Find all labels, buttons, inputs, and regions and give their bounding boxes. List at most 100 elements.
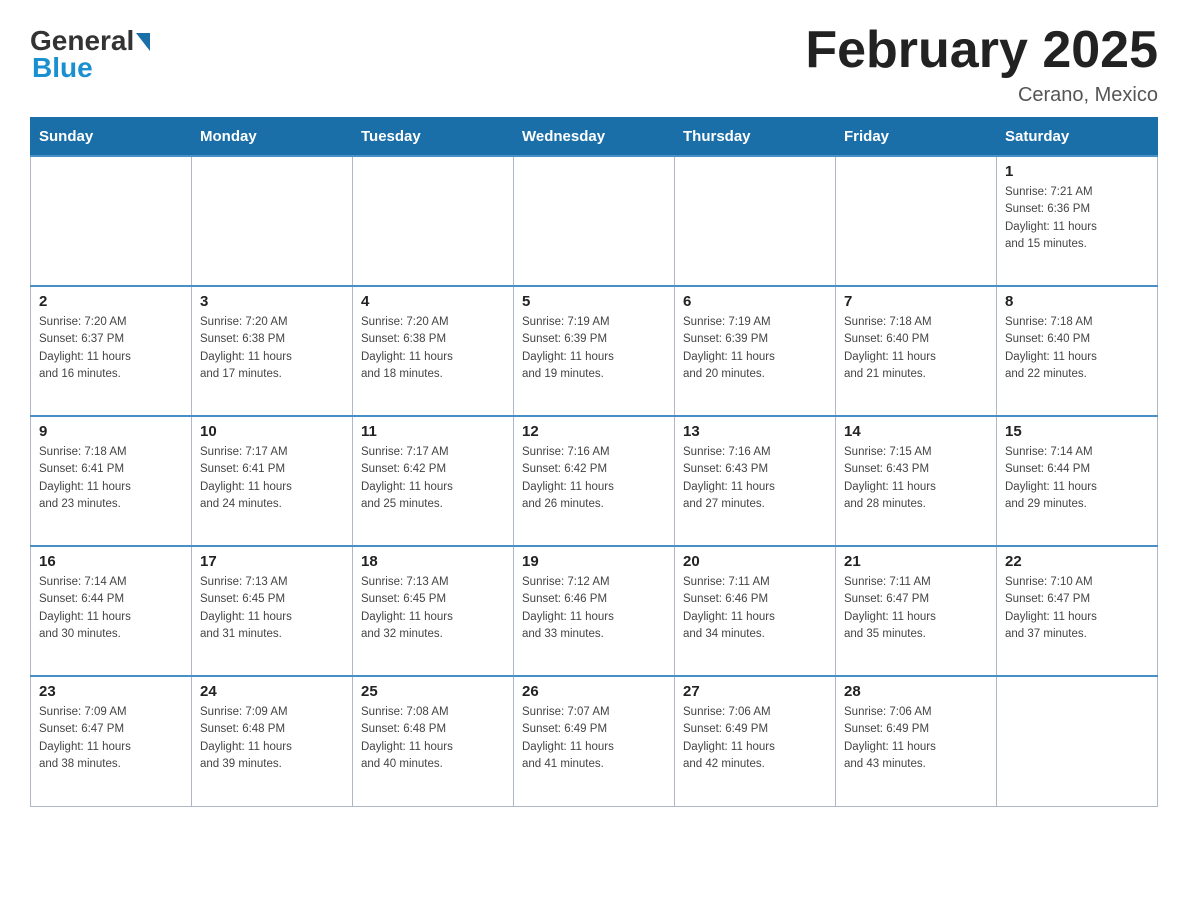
day-info: Sunrise: 7:18 AMSunset: 6:40 PMDaylight:… <box>844 314 988 383</box>
calendar-cell: 3 Sunrise: 7:20 AMSunset: 6:38 PMDaylight… <box>192 286 353 416</box>
calendar-cell: 14 Sunrise: 7:15 AMSunset: 6:43 PMDayligh… <box>836 416 997 546</box>
day-info: Sunrise: 7:06 AMSunset: 6:49 PMDaylight:… <box>683 704 827 773</box>
calendar-cell: 4 Sunrise: 7:20 AMSunset: 6:38 PMDaylight… <box>353 286 514 416</box>
calendar-cell: 11Sunrise: 7:17 AMSunset: 6:42 PMDayligh… <box>353 416 514 546</box>
day-number: 4 <box>361 293 505 310</box>
day-number: 8 <box>1005 293 1149 310</box>
calendar-cell: 12 Sunrise: 7:16 AMSunset: 6:42 PMDayligh… <box>514 416 675 546</box>
day-info: Sunrise: 7:19 AMSunset: 6:39 PMDaylight:… <box>522 314 666 383</box>
day-info: Sunrise: 7:09 AMSunset: 6:48 PMDaylight:… <box>200 704 344 773</box>
day-info: Sunrise: 7:14 AMSunset: 6:44 PMDaylight:… <box>1005 444 1149 513</box>
day-number: 9 <box>39 423 183 440</box>
day-number: 14 <box>844 423 988 440</box>
calendar-cell <box>192 156 353 286</box>
calendar-cell <box>836 156 997 286</box>
day-number: 18 <box>361 553 505 570</box>
header-day-sunday: Sunday <box>31 118 192 157</box>
day-number: 20 <box>683 553 827 570</box>
day-info: Sunrise: 7:20 AMSunset: 6:38 PMDaylight:… <box>361 314 505 383</box>
calendar-cell: 18 Sunrise: 7:13 AMSunset: 6:45 PMDayligh… <box>353 546 514 676</box>
day-info: Sunrise: 7:08 AMSunset: 6:48 PMDaylight:… <box>361 704 505 773</box>
day-number: 7 <box>844 293 988 310</box>
day-number: 12 <box>522 423 666 440</box>
calendar-cell <box>31 156 192 286</box>
day-info: Sunrise: 7:10 AMSunset: 6:47 PMDaylight:… <box>1005 574 1149 643</box>
calendar-cell: 17 Sunrise: 7:13 AMSunset: 6:45 PMDayligh… <box>192 546 353 676</box>
day-number: 10 <box>200 423 344 440</box>
calendar-cell: 25 Sunrise: 7:08 AMSunset: 6:48 PMDayligh… <box>353 676 514 806</box>
week-row-4: 16 Sunrise: 7:14 AMSunset: 6:44 PMDayligh… <box>31 546 1158 676</box>
header-day-monday: Monday <box>192 118 353 157</box>
calendar-cell: 16 Sunrise: 7:14 AMSunset: 6:44 PMDayligh… <box>31 546 192 676</box>
week-row-5: 23Sunrise: 7:09 AMSunset: 6:47 PMDayligh… <box>31 676 1158 806</box>
title-area: February 2025 Cerano, Mexico <box>805 20 1158 107</box>
calendar-cell: 5Sunrise: 7:19 AMSunset: 6:39 PMDaylight… <box>514 286 675 416</box>
day-info: Sunrise: 7:15 AMSunset: 6:43 PMDaylight:… <box>844 444 988 513</box>
day-number: 6 <box>683 293 827 310</box>
calendar-cell: 26Sunrise: 7:07 AMSunset: 6:49 PMDayligh… <box>514 676 675 806</box>
calendar-cell: 23Sunrise: 7:09 AMSunset: 6:47 PMDayligh… <box>31 676 192 806</box>
day-info: Sunrise: 7:21 AMSunset: 6:36 PMDaylight:… <box>1005 184 1149 253</box>
calendar-header: SundayMondayTuesdayWednesdayThursdayFrid… <box>31 118 1158 157</box>
calendar-cell <box>675 156 836 286</box>
day-number: 28 <box>844 683 988 700</box>
calendar-cell: 9 Sunrise: 7:18 AMSunset: 6:41 PMDaylight… <box>31 416 192 546</box>
day-number: 17 <box>200 553 344 570</box>
header-day-tuesday: Tuesday <box>353 118 514 157</box>
week-row-3: 9 Sunrise: 7:18 AMSunset: 6:41 PMDaylight… <box>31 416 1158 546</box>
day-number: 27 <box>683 683 827 700</box>
day-number: 1 <box>1005 163 1149 180</box>
calendar-cell <box>997 676 1158 806</box>
calendar-cell: 8 Sunrise: 7:18 AMSunset: 6:40 PMDaylight… <box>997 286 1158 416</box>
day-info: Sunrise: 7:11 AMSunset: 6:46 PMDaylight:… <box>683 574 827 643</box>
day-info: Sunrise: 7:17 AMSunset: 6:41 PMDaylight:… <box>200 444 344 513</box>
calendar-cell: 6 Sunrise: 7:19 AMSunset: 6:39 PMDaylight… <box>675 286 836 416</box>
day-number: 15 <box>1005 423 1149 440</box>
day-number: 19 <box>522 553 666 570</box>
calendar-cell: 13 Sunrise: 7:16 AMSunset: 6:43 PMDayligh… <box>675 416 836 546</box>
day-info: Sunrise: 7:11 AMSunset: 6:47 PMDaylight:… <box>844 574 988 643</box>
day-number: 22 <box>1005 553 1149 570</box>
calendar-cell: 7 Sunrise: 7:18 AMSunset: 6:40 PMDaylight… <box>836 286 997 416</box>
day-number: 2 <box>39 293 183 310</box>
day-info: Sunrise: 7:09 AMSunset: 6:47 PMDaylight:… <box>39 704 183 773</box>
calendar-cell: 2 Sunrise: 7:20 AMSunset: 6:37 PMDaylight… <box>31 286 192 416</box>
header-day-saturday: Saturday <box>997 118 1158 157</box>
logo-arrow-icon <box>136 33 150 51</box>
calendar-cell: 10 Sunrise: 7:17 AMSunset: 6:41 PMDayligh… <box>192 416 353 546</box>
day-info: Sunrise: 7:18 AMSunset: 6:40 PMDaylight:… <box>1005 314 1149 383</box>
location: Cerano, Mexico <box>805 84 1158 107</box>
day-info: Sunrise: 7:07 AMSunset: 6:49 PMDaylight:… <box>522 704 666 773</box>
day-number: 11 <box>361 423 505 440</box>
calendar-cell: 15 Sunrise: 7:14 AMSunset: 6:44 PMDayligh… <box>997 416 1158 546</box>
day-number: 24 <box>200 683 344 700</box>
day-info: Sunrise: 7:19 AMSunset: 6:39 PMDaylight:… <box>683 314 827 383</box>
logo: General Blue <box>30 20 150 84</box>
month-title: February 2025 <box>805 20 1158 80</box>
day-info: Sunrise: 7:20 AMSunset: 6:37 PMDaylight:… <box>39 314 183 383</box>
day-number: 16 <box>39 553 183 570</box>
day-info: Sunrise: 7:13 AMSunset: 6:45 PMDaylight:… <box>200 574 344 643</box>
header-day-wednesday: Wednesday <box>514 118 675 157</box>
calendar-cell <box>353 156 514 286</box>
day-info: Sunrise: 7:14 AMSunset: 6:44 PMDaylight:… <box>39 574 183 643</box>
day-number: 25 <box>361 683 505 700</box>
calendar-cell: 20 Sunrise: 7:11 AMSunset: 6:46 PMDayligh… <box>675 546 836 676</box>
day-info: Sunrise: 7:20 AMSunset: 6:38 PMDaylight:… <box>200 314 344 383</box>
day-info: Sunrise: 7:16 AMSunset: 6:42 PMDaylight:… <box>522 444 666 513</box>
day-info: Sunrise: 7:13 AMSunset: 6:45 PMDaylight:… <box>361 574 505 643</box>
calendar-table: SundayMondayTuesdayWednesdayThursdayFrid… <box>30 117 1158 807</box>
day-number: 3 <box>200 293 344 310</box>
day-number: 21 <box>844 553 988 570</box>
calendar-cell: 1 Sunrise: 7:21 AMSunset: 6:36 PMDaylight… <box>997 156 1158 286</box>
calendar-cell: 24 Sunrise: 7:09 AMSunset: 6:48 PMDayligh… <box>192 676 353 806</box>
day-number: 13 <box>683 423 827 440</box>
day-info: Sunrise: 7:18 AMSunset: 6:41 PMDaylight:… <box>39 444 183 513</box>
header: General Blue February 2025 Cerano, Mexic… <box>30 20 1158 107</box>
calendar-cell: 19 Sunrise: 7:12 AMSunset: 6:46 PMDayligh… <box>514 546 675 676</box>
calendar-cell <box>514 156 675 286</box>
week-row-1: 1 Sunrise: 7:21 AMSunset: 6:36 PMDaylight… <box>31 156 1158 286</box>
logo-blue: Blue <box>32 52 93 84</box>
day-info: Sunrise: 7:12 AMSunset: 6:46 PMDaylight:… <box>522 574 666 643</box>
day-info: Sunrise: 7:16 AMSunset: 6:43 PMDaylight:… <box>683 444 827 513</box>
